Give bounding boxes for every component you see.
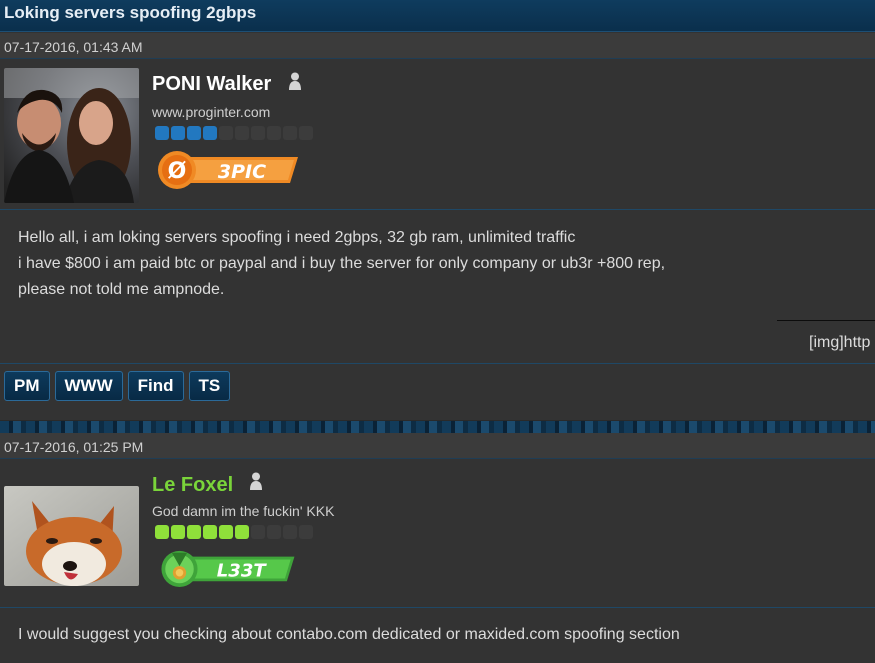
reputation-bar [155,525,313,539]
pm-button[interactable]: PM [4,371,50,401]
post-divider [0,209,875,210]
post-divider [0,607,875,608]
rep-pip [219,126,233,140]
username[interactable]: Le Foxel [152,474,233,497]
message-line: i have $800 i am paid btc or paypal and … [18,255,666,272]
rep-pip [251,525,265,539]
rank-label: 3PIC [218,161,266,183]
rep-pip [267,525,281,539]
post-date: 07-17-2016, 01:43 AM [0,33,875,59]
rep-pip [187,126,201,140]
www-button[interactable]: WWW [54,371,123,401]
rep-pip [251,126,265,140]
post-message: Hello all, i am loking servers spoofing … [18,225,665,303]
signature-text: [img]http [809,334,871,351]
post-action-buttons: PM WWW Find TS [4,371,231,401]
user-offline-icon [250,472,262,490]
message-line: Hello all, i am loking servers spoofing … [18,229,576,246]
rank-badge-leet: L33T [161,550,295,587]
post-message: I would suggest you checking about conta… [18,622,680,648]
rank-badge-symbol: Ø [168,159,187,184]
avatar-photo [4,486,139,586]
user-title: www.proginter.com [152,104,271,120]
post-separator [0,420,875,433]
rep-pip [283,525,297,539]
thread-title: Loking servers spoofing 2gbps [0,0,875,32]
signature-divider [777,320,875,321]
rep-pip [171,126,185,140]
rep-pip [299,126,313,140]
ts-button[interactable]: TS [188,371,231,401]
rep-pip [171,525,185,539]
avatar[interactable] [4,486,139,586]
rep-pip [203,525,217,539]
username[interactable]: PONI Walker [152,73,271,96]
rep-pip [235,126,249,140]
message-line: please not told me ampnode. [18,281,225,298]
reputation-bar [155,126,313,140]
user-offline-icon [289,72,301,90]
rep-pip [155,525,169,539]
user-title: God damn im the fuckin' KKK [152,503,335,519]
rep-pip [299,525,313,539]
rep-pip [155,126,169,140]
message-line: I would suggest you checking about conta… [18,626,680,643]
rep-pip [187,525,201,539]
rank-label: L33T [217,561,268,582]
rep-pip [219,525,233,539]
find-button[interactable]: Find [127,371,184,401]
rep-pip [235,525,249,539]
rank-badge-epic: Ø 3PIC [158,151,298,189]
post-divider [0,363,875,364]
post-date: 07-17-2016, 01:25 PM [0,433,875,459]
rep-pip [283,126,297,140]
avatar-photo [4,68,139,203]
avatar[interactable] [4,68,139,203]
rep-pip [267,126,281,140]
rep-pip [203,126,217,140]
